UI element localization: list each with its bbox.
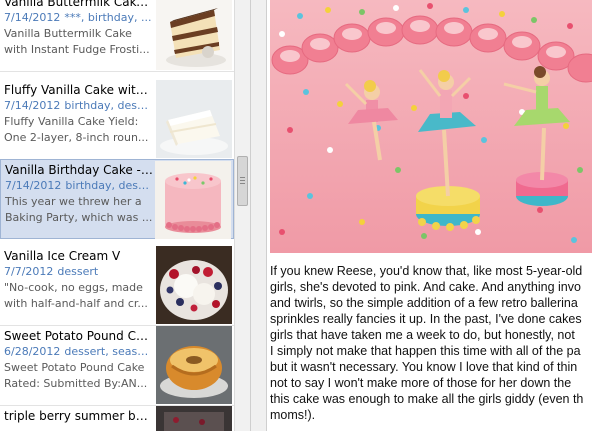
note-tags: birthday, dess... [65, 179, 153, 192]
note-text: Vanilla Ice Cream V 7/7/2012 dessert "No-… [4, 248, 152, 312]
pane-splitter[interactable] [250, 0, 267, 431]
note-meta: 6/28/2012 dessert, seaso... [4, 344, 152, 360]
note-snippet-line: Sweet Potato Pound Cake [4, 361, 145, 374]
note-meta: 7/14/2012 birthday, dess... [4, 98, 152, 114]
body-line: not to say I won't make more of those fo… [270, 376, 572, 390]
body-line: and twirls, so the simple addition of a … [270, 296, 578, 310]
note-meta: 7/14/2012 ***, birthday, ... [4, 10, 152, 26]
note-title: triple berry summer butt... [4, 409, 152, 423]
note-date: 7/7/2012 [4, 265, 54, 278]
note-list-item-selected[interactable]: Vanilla Birthday Cake - S... 7/14/2012 bi… [0, 159, 234, 239]
berry-dessert-thumbnail [156, 406, 232, 431]
note-snippet-line: Rated: Submitted By:AN... [4, 377, 148, 390]
grip-line [240, 180, 245, 181]
note-tags: birthday, dess... [64, 99, 152, 112]
note-text: Vanilla Birthday Cake - S... 7/14/2012 bi… [5, 162, 153, 226]
note-list-item[interactable]: Vanilla Buttermilk Cake ... 7/14/2012 ***… [0, 0, 234, 72]
body-line: but it wasn't necessary. You know I love… [270, 360, 578, 374]
note-snippet-line: Baking Party, which was ... [5, 211, 153, 224]
berries-ice-cream-thumbnail [156, 246, 232, 324]
note-tags: dessert [57, 265, 99, 278]
note-text: Vanilla Buttermilk Cake ... 7/14/2012 ***… [4, 0, 152, 58]
bundt-cake-thumbnail [156, 326, 232, 404]
note-snippet: Sweet Potato Pound Cake Rated: Submitted … [4, 360, 152, 392]
note-date: 6/28/2012 [4, 345, 61, 358]
layer-cake-slice-thumbnail [156, 0, 232, 70]
note-date: 7/14/2012 [4, 11, 61, 24]
grip-line [240, 183, 245, 184]
note-text: Fluffy Vanilla Cake with ... 7/14/2012 bi… [4, 82, 152, 146]
body-line: girls, she's devoted to pink. And cake. … [270, 280, 581, 294]
note-list-scrollbar[interactable] [234, 0, 250, 431]
note-body-text[interactable]: If you knew Reese, you'd know that, like… [270, 263, 592, 423]
body-line: I simply not make that happen this time … [270, 344, 581, 358]
note-tags: ***, birthday, ... [64, 11, 152, 24]
scrollbar-thumb[interactable] [237, 156, 248, 206]
note-snippet: Fluffy Vanilla Cake Yield: One 2-layer, 8… [4, 114, 152, 146]
note-title: Vanilla Buttermilk Cake ... [4, 0, 152, 9]
body-line: If you knew Reese, you'd know that, like… [270, 264, 583, 278]
body-line: girls that have taken me a week to do, b… [270, 328, 575, 342]
note-date: 7/14/2012 [4, 99, 61, 112]
white-cake-slice-thumbnail [156, 80, 232, 158]
note-list-item[interactable]: Fluffy Vanilla Cake with ... 7/14/2012 bi… [0, 80, 234, 160]
note-snippet-line: Fluffy Vanilla Cake Yield: [4, 115, 139, 128]
note-title: Vanilla Birthday Cake - S... [5, 163, 153, 177]
note-title: Vanilla Ice Cream V [4, 249, 121, 263]
note-meta: 7/7/2012 dessert [4, 264, 152, 280]
body-line: this cake was enough to make all the gir… [270, 392, 584, 406]
note-snippet-line: This year we threw her a [5, 195, 142, 208]
note-snippet-line: with half-and-half and cr... [4, 297, 148, 310]
note-snippet: Vanilla Buttermilk Cake with Instant Fudg… [4, 26, 152, 58]
grip-line [240, 177, 245, 178]
note-editor[interactable]: If you knew Reese, you'd know that, like… [268, 0, 592, 431]
note-text: triple berry summer butt... [4, 408, 152, 424]
note-snippet-line: with Instant Fudge Frosti... [4, 43, 150, 56]
note-snippet-line: One 2-layer, 8-inch roun... [4, 131, 149, 144]
note-list-item[interactable]: triple berry summer butt... [0, 406, 234, 431]
note-text: Sweet Potato Pound Cake 6/28/2012 dessert… [4, 328, 152, 392]
note-meta: 7/14/2012 birthday, dess... [5, 178, 153, 194]
body-line: moms!). [270, 408, 316, 422]
note-title: Fluffy Vanilla Cake with ... [4, 83, 152, 97]
note-list: Vanilla Buttermilk Cake ... 7/14/2012 ***… [0, 0, 234, 431]
note-list-item[interactable]: Vanilla Ice Cream V 7/7/2012 dessert "No-… [0, 246, 234, 326]
note-snippet-line: Vanilla Buttermilk Cake [4, 27, 132, 40]
note-snippet: "No-cook, no eggs, made with half-and-hal… [4, 280, 152, 312]
note-tags: dessert, seaso... [64, 345, 152, 358]
pink-birthday-cake-thumbnail [155, 161, 231, 239]
note-title: Sweet Potato Pound Cake [4, 329, 152, 343]
note-list-item[interactable]: Sweet Potato Pound Cake 6/28/2012 dessert… [0, 326, 234, 406]
note-snippet-line: "No-cook, no eggs, made [4, 281, 143, 294]
body-line: sprinkles really fancies it up. In the p… [270, 312, 582, 326]
pink-birthday-cake-with-ballerina-figurines [270, 0, 592, 253]
note-date: 7/14/2012 [5, 179, 62, 192]
note-snippet: This year we threw her a Baking Party, wh… [5, 194, 153, 226]
